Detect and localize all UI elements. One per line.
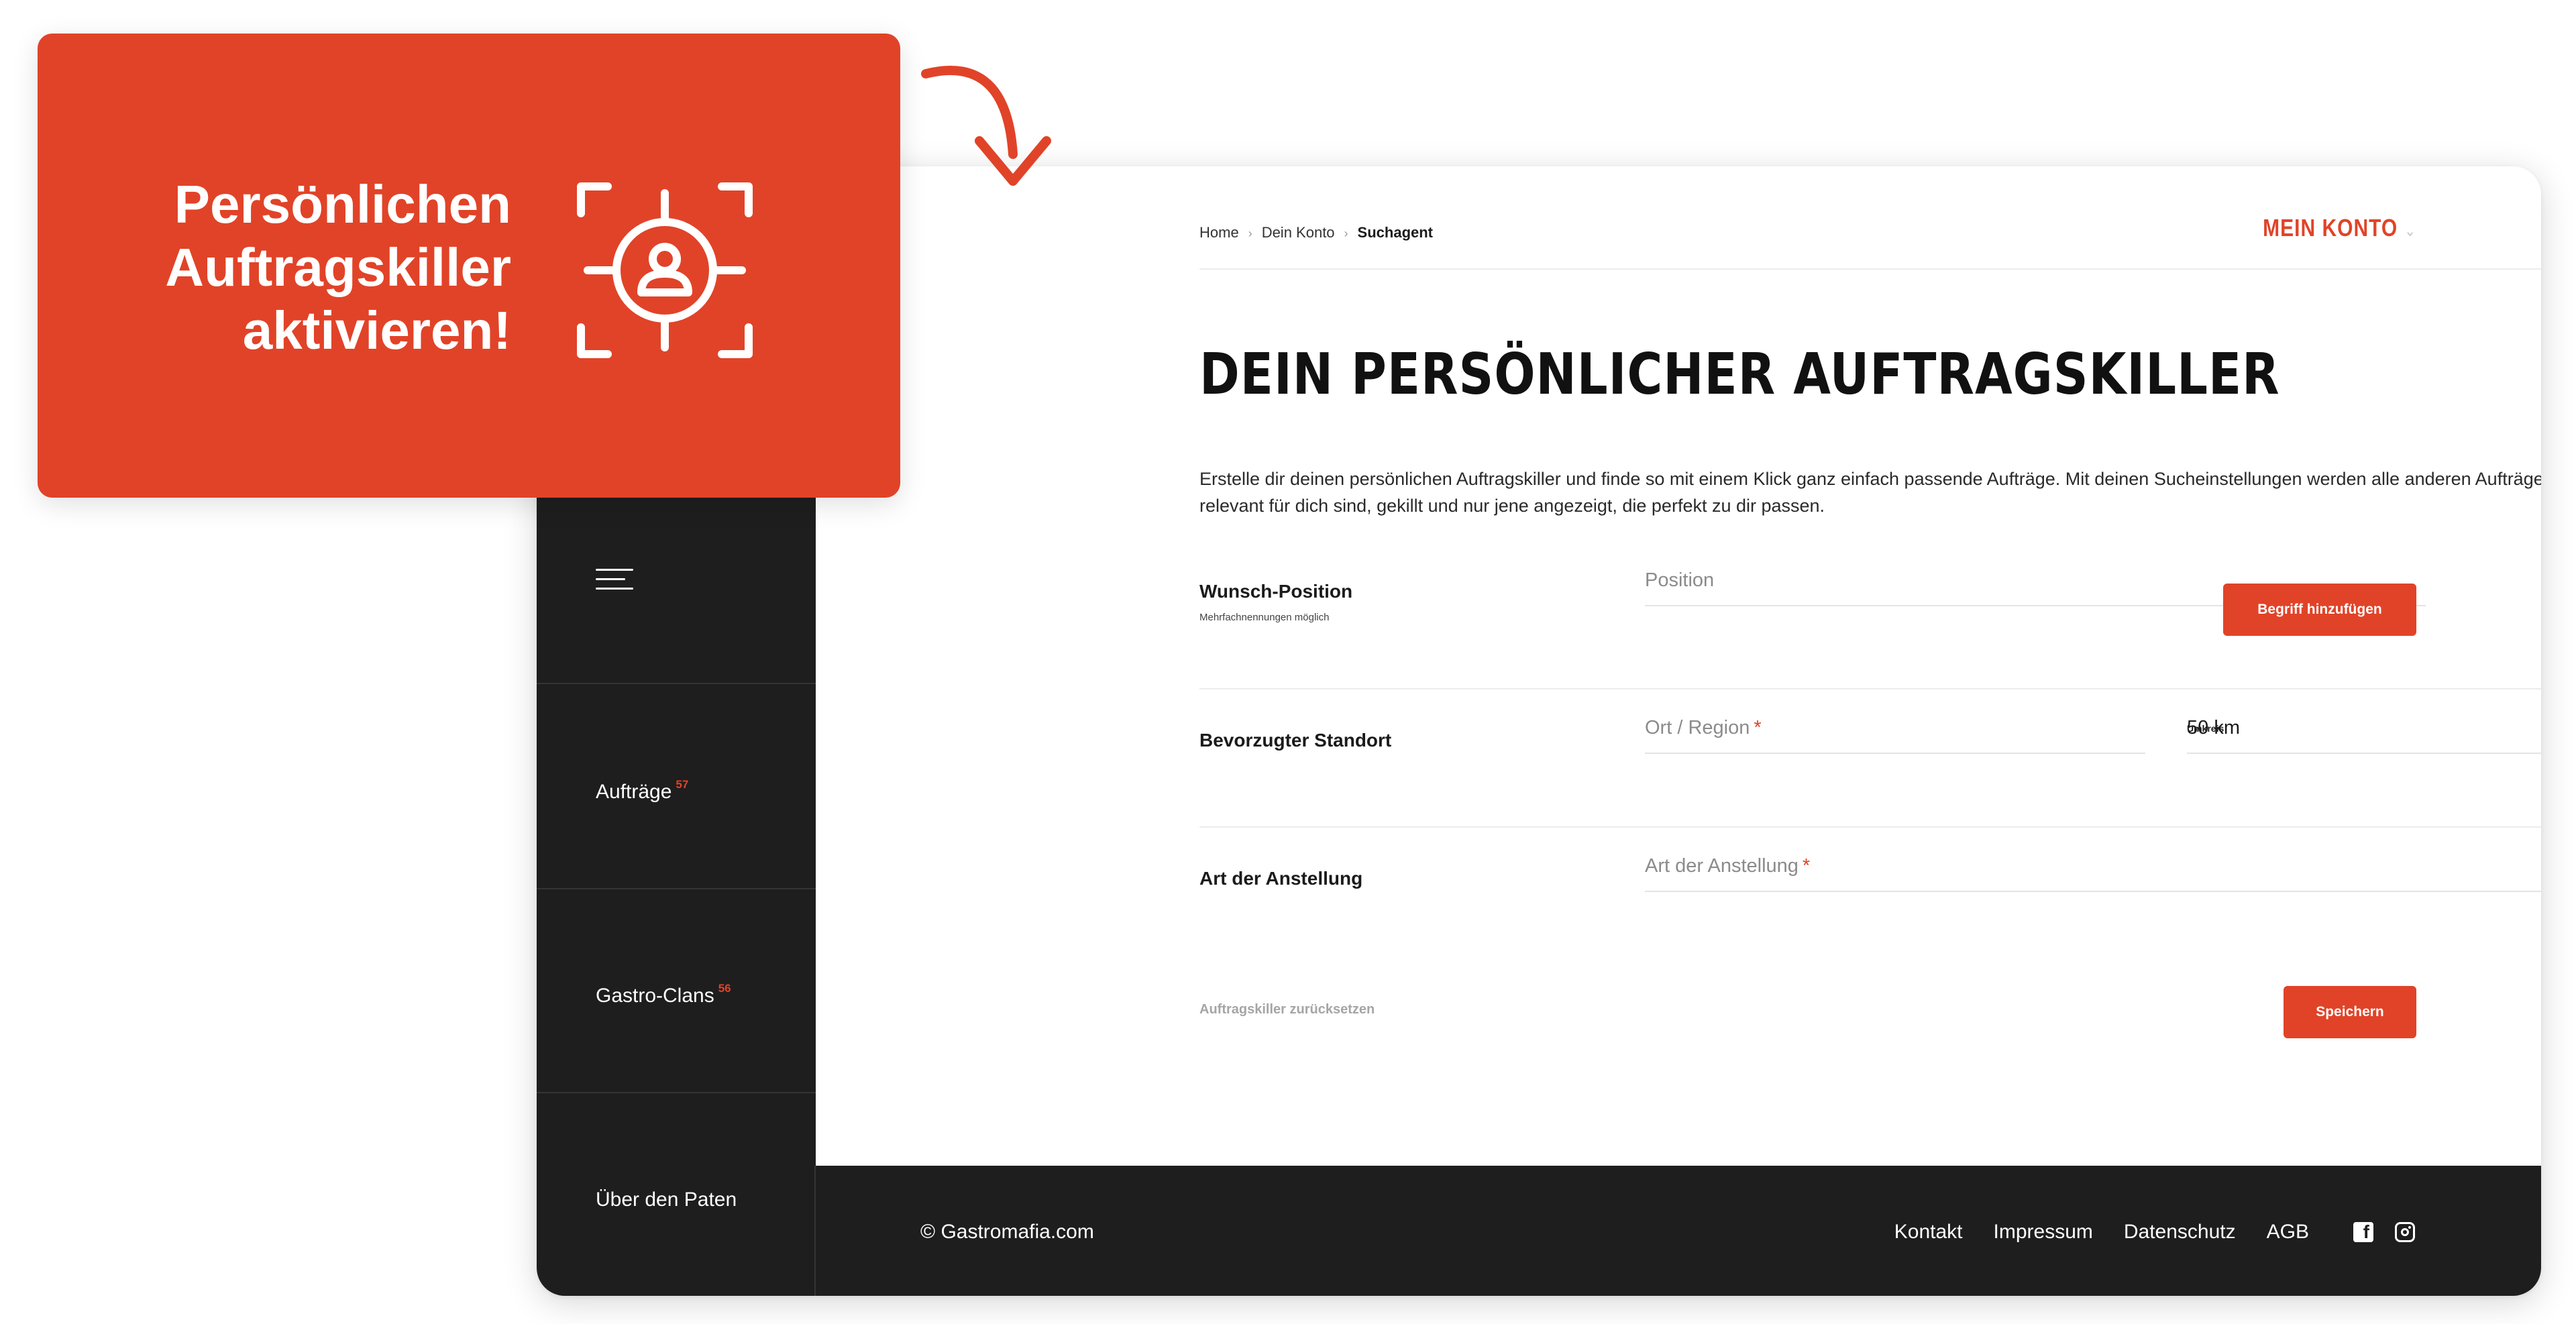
- callout-headline: Persönlichen Auftragskiller aktivieren!: [165, 173, 511, 362]
- employment-select[interactable]: Art der Anstellung* ⌄: [1645, 852, 2541, 892]
- curved-arrow-icon: [921, 66, 1051, 186]
- callout-line-3: aktivieren!: [242, 300, 511, 360]
- sidebar-item-auftraege[interactable]: Aufträge 57: [596, 778, 689, 804]
- breadcrumb: Home › Dein Konto › Suchagent: [1199, 224, 1433, 241]
- footer-link-agb[interactable]: AGB: [2267, 1221, 2309, 1244]
- footer: © Gastromafia.com Kontakt Impressum Date…: [816, 1166, 2541, 1296]
- account-label: MEIN KONTO: [2263, 215, 2398, 242]
- reset-link[interactable]: Auftragskiller zurücksetzen: [1199, 1002, 1375, 1017]
- sidebar-item-label: Über den Paten: [596, 1189, 737, 1211]
- position-label: Wunsch-Position: [1199, 581, 1353, 602]
- footer-copyright: © Gastromafia.com: [920, 1221, 1094, 1243]
- facebook-icon[interactable]: f: [2353, 1222, 2373, 1242]
- radius-value: 50 km: [2187, 717, 2240, 738]
- target-user-icon: [577, 182, 753, 358]
- count-badge: 57: [676, 778, 689, 791]
- callout-line-2: Auftragskiller: [165, 237, 511, 297]
- footer-links: Kontakt Impressum Datenschutz AGB: [1894, 1221, 2309, 1244]
- main-content: Home › Dein Konto › Suchagent MEIN KONTO ⌄ DE…: [816, 166, 2541, 1166]
- count-badge: 56: [718, 982, 731, 995]
- breadcrumb-home[interactable]: Home: [1199, 224, 1239, 241]
- location-placeholder: Ort / Region *: [1645, 717, 1762, 738]
- position-placeholder: Position: [1645, 569, 1715, 591]
- callout-line-1: Persönlichen: [174, 174, 511, 234]
- chevron-right-icon: ›: [1344, 227, 1348, 240]
- hamburger-menu-icon[interactable]: [596, 569, 633, 596]
- sidebar-item-gastro-clans[interactable]: Gastro-Clans 56: [596, 982, 731, 1007]
- header-divider: [1199, 268, 2541, 270]
- location-input[interactable]: Ort / Region *: [1645, 714, 2145, 754]
- sidebar-divider: [537, 1092, 816, 1093]
- form-divider: [1199, 826, 2541, 828]
- breadcrumb-current: Suchagent: [1357, 224, 1434, 241]
- instagram-icon[interactable]: [2395, 1222, 2415, 1242]
- intro-text: Erstelle dir deinen persönlichen Auftrag…: [1199, 469, 2541, 516]
- position-sublabel: Mehrfachnennungen möglich: [1199, 612, 1330, 623]
- add-term-button[interactable]: Begriff hinzufügen: [2223, 584, 2416, 636]
- footer-link-datenschutz[interactable]: Datenschutz: [2124, 1221, 2236, 1244]
- employment-placeholder: Art der Anstellung *: [1645, 855, 1811, 877]
- footer-link-impressum[interactable]: Impressum: [1994, 1221, 2093, 1244]
- sidebar-item-label: Aufträge: [596, 781, 672, 803]
- chevron-right-icon: ›: [1248, 227, 1252, 240]
- employment-label: Art der Anstellung: [1199, 868, 1363, 889]
- sidebar-divider: [537, 888, 816, 889]
- chevron-down-icon: ⌄: [2404, 222, 2416, 240]
- save-button[interactable]: Speichern: [2284, 986, 2416, 1038]
- radius-select[interactable]: 50 km ⌄: [2187, 714, 2541, 754]
- sidebar-item-ueber-den-paten[interactable]: Über den Paten: [596, 1189, 737, 1211]
- promo-callout: Persönlichen Auftragskiller aktivieren!: [38, 34, 900, 498]
- account-menu[interactable]: MEIN KONTO ⌄: [2263, 215, 2416, 243]
- location-label: Bevorzugter Standort: [1199, 730, 1392, 751]
- breadcrumb-account[interactable]: Dein Konto: [1262, 224, 1335, 241]
- sidebar-divider: [537, 683, 816, 684]
- sidebar-item-label: Gastro-Clans: [596, 985, 714, 1007]
- page-title: DEIN PERSÖNLICHER AUFTRAGSKILLER: [1199, 341, 2280, 408]
- form-divider: [1199, 688, 2541, 689]
- footer-link-kontakt[interactable]: Kontakt: [1894, 1221, 1963, 1244]
